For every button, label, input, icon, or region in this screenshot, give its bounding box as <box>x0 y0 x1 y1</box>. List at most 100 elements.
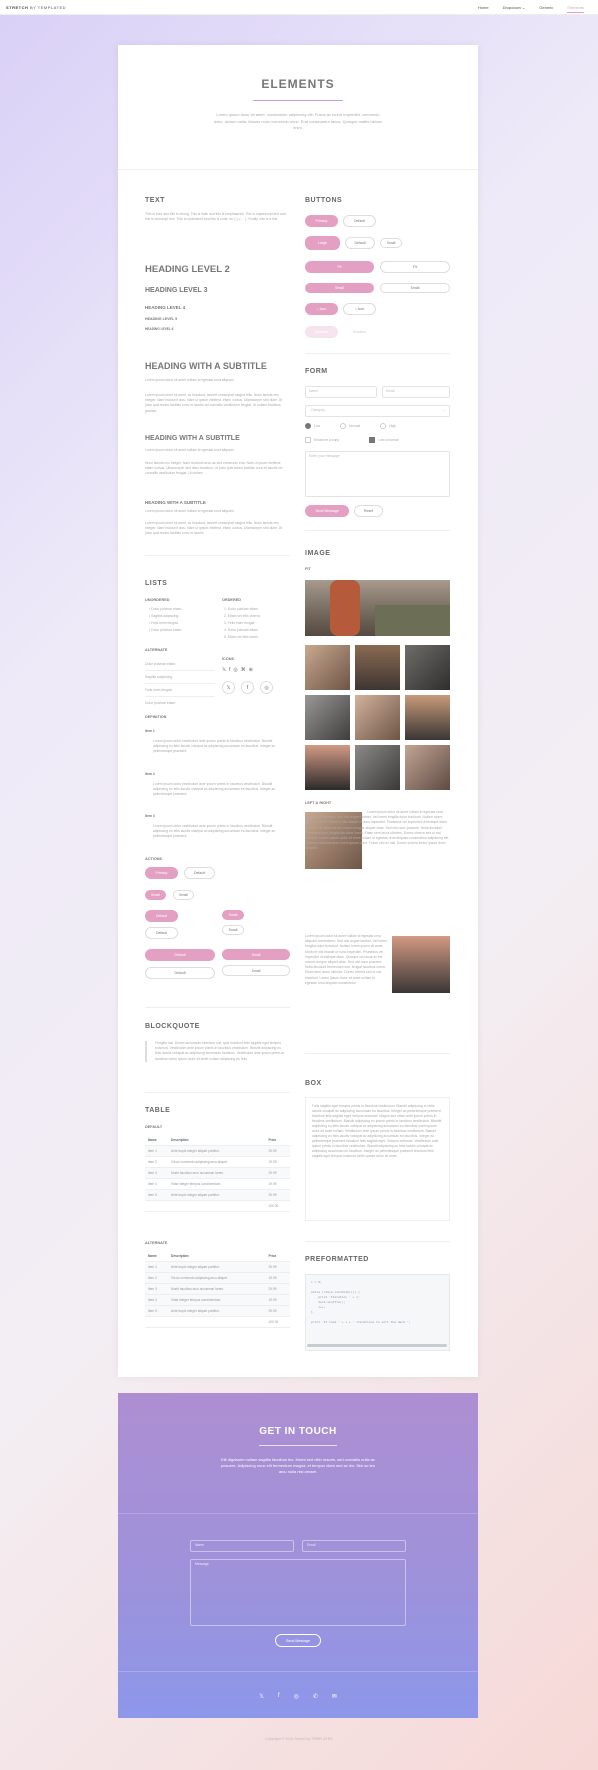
facebook-circle-icon[interactable]: f <box>241 681 254 694</box>
stacked-small-button[interactable]: Small <box>222 910 244 920</box>
image-right-paragraph: Lorem ipsum dolor sit amet nullam id ege… <box>305 934 387 985</box>
envelope-icon[interactable]: ✉ <box>332 1693 337 1700</box>
primary-button[interactable]: Primary <box>145 867 178 879</box>
stacked-small-button-2[interactable]: Small <box>222 925 244 935</box>
divider <box>118 1513 478 1514</box>
nav-link-home[interactable]: Home <box>478 5 489 13</box>
definition-title: DEFINITION <box>145 715 167 719</box>
contact-send-button[interactable]: Send Message <box>275 1634 321 1647</box>
primary-button[interactable]: Primary <box>305 215 338 227</box>
disabled-default-button: Disabled <box>343 326 376 338</box>
radio-low[interactable]: Low <box>305 423 320 429</box>
gallery-image <box>305 695 350 740</box>
contact-message-textarea[interactable]: Message <box>190 1559 406 1626</box>
gallery-image <box>405 645 450 690</box>
list-item: 2. Etiam vel felis viverra. <box>224 614 261 618</box>
default-button[interactable]: Default <box>184 867 215 879</box>
subtitle-heading-1: HEADING WITH A SUBTITLE <box>145 361 267 371</box>
brand-logo[interactable]: STRETCH BY TEMPLATED <box>6 5 66 10</box>
twitter-circle-icon[interactable]: 𝕏 <box>222 681 235 694</box>
facebook-icon[interactable]: f <box>278 1693 280 1700</box>
instagram-circle-icon[interactable]: ◎ <box>260 681 273 694</box>
image-right <box>392 936 450 993</box>
table-section-title: TABLE <box>145 1107 171 1114</box>
ordered-list: 1. Dolor pulvinar etiam. 2. Etiam vel fe… <box>224 606 294 641</box>
icon-default-button[interactable]: ⌕ Icon <box>343 303 376 315</box>
nav-link-elements[interactable]: Elements <box>567 5 584 13</box>
table-row: Item 1 Ante turpis integer aliquet portti… <box>145 1145 290 1157</box>
fit-button[interactable]: Fit <box>305 261 374 273</box>
dribbble-icon[interactable]: ⊕ <box>249 667 253 673</box>
default-button[interactable]: Default <box>343 215 376 227</box>
fit-small-button[interactable]: Small <box>305 283 374 293</box>
heading-level-2: HEADING LEVEL 2 <box>145 264 230 275</box>
default-button-medium[interactable]: Default <box>345 237 375 249</box>
facebook-icon[interactable]: f <box>229 667 230 673</box>
twitter-icon[interactable]: 𝕏 <box>259 1693 264 1700</box>
gallery-image <box>355 645 400 690</box>
gallery-image <box>405 745 450 790</box>
name-input[interactable]: Name <box>305 386 377 398</box>
fit-default-button-2[interactable]: Default <box>145 967 215 979</box>
small-button[interactable]: Small <box>380 238 402 248</box>
stacked-default-button-2[interactable]: Default <box>145 927 178 939</box>
chevron-down-icon: ⌄ <box>442 408 445 412</box>
message-textarea[interactable]: Enter your message <box>305 451 450 497</box>
contact-email-input[interactable]: Email <box>302 1540 406 1552</box>
stacked-default-button[interactable]: Default <box>145 910 178 922</box>
list-item: • Felis enim feugiat. <box>149 621 179 625</box>
icon-button[interactable]: ⌕ Icon <box>305 303 338 315</box>
contact-name-input[interactable]: Name <box>190 1540 294 1552</box>
category-select[interactable]: - Category - ⌄ <box>305 405 450 417</box>
gallery-image <box>405 695 450 740</box>
small-default-button[interactable]: Small <box>173 890 194 900</box>
image-fit-title: FIT <box>305 567 311 571</box>
twitter-icon[interactable]: 𝕏 <box>222 667 226 673</box>
copyright: Copyright © 2016 Stretch by TEMPLATED <box>265 1737 333 1741</box>
subtitle-2: Lorem ipsum dolor sit amet nullam id ege… <box>145 448 234 452</box>
radio-normal[interactable]: Normal <box>340 423 360 429</box>
reset-button[interactable]: Reset <box>354 505 383 517</box>
large-button[interactable]: Large <box>305 236 340 250</box>
list-item: • Dolor pulvinar etiam. <box>149 628 183 632</box>
divider <box>305 1053 450 1054</box>
page-title: ELEMENTS <box>261 77 335 91</box>
lists-section-title: LISTS <box>145 580 168 587</box>
instagram-icon[interactable]: ◎ <box>294 1693 299 1700</box>
instagram-icon[interactable]: ◎ <box>233 667 237 673</box>
fit-small-default-button[interactable]: Small <box>380 283 450 293</box>
table-row: Item 3 Morbi faucibus arcu accumsan lorem… <box>145 1283 290 1295</box>
divider <box>145 1007 290 1008</box>
fit-default-button[interactable]: Fit <box>380 261 450 273</box>
phone-icon[interactable]: ✆ <box>313 1693 318 1700</box>
text-section-title: TEXT <box>145 197 165 204</box>
subtitle-heading-3: HEADING WITH A SUBTITLE <box>145 500 206 505</box>
nav-link-generic[interactable]: Generic <box>539 5 553 13</box>
divider <box>145 1092 290 1093</box>
github-icon[interactable]: ⌘ <box>241 667 246 673</box>
code-scrollbar[interactable] <box>307 1344 447 1347</box>
fit-small-button[interactable]: Small <box>222 949 290 960</box>
small-primary-button[interactable]: Small <box>145 890 166 900</box>
subtitle-heading-2: HEADING WITH A SUBTITLE <box>145 435 240 442</box>
unordered-title: UNORDERED <box>145 598 170 602</box>
nav-link-dropdown[interactable]: Dropdown ⌄ <box>503 5 526 13</box>
radio-high[interactable]: High <box>380 423 396 429</box>
heading-level-6: HEADING LEVEL 6 <box>145 327 174 331</box>
subtitle-1-paragraph: Lorem ipsum dolor sit amet, ac tincidunt… <box>145 393 283 413</box>
fit-small-button-2[interactable]: Small <box>222 965 290 976</box>
fit-default-button[interactable]: Default <box>145 949 215 961</box>
definition-desc-1: Lorem ipsum dolor vestibulum ante ipsum … <box>153 739 276 754</box>
default-table: Name Description Price Item 1 Ante turpis i… <box>145 1135 290 1212</box>
icons-title: ICONS <box>222 657 235 661</box>
definition-term-2: Item 2 <box>145 772 155 776</box>
send-message-button[interactable]: Send Message <box>305 505 349 517</box>
checkbox-copy[interactable]: Email me a copy <box>305 437 339 443</box>
email-input[interactable]: Email <box>382 386 450 398</box>
heading-level-3: HEADING LEVEL 3 <box>145 287 208 294</box>
gallery-image <box>305 645 350 690</box>
checkbox-human[interactable]: I am a human <box>369 437 399 443</box>
image-fit-hiker <box>305 580 450 636</box>
image-left-right-title: LEFT & RIGHT <box>305 801 332 805</box>
table-row: Item 2 Vis ac commodo adipiscing arcu ali… <box>145 1156 290 1168</box>
